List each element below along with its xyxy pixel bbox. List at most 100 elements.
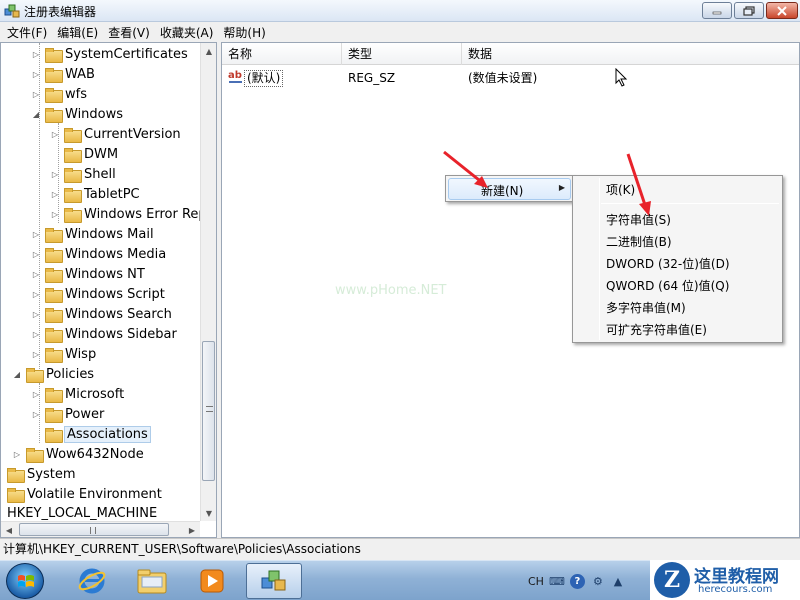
registry-tree[interactable]: ▷ SystemCertificates ▷ WAB ▷ wfs ◢ Windows ▷… (0, 42, 217, 538)
expand-icon[interactable]: ▷ (50, 130, 60, 139)
tree-item-associations[interactable]: Associations (31, 424, 151, 444)
menu-file[interactable]: 文件(F) (2, 24, 52, 41)
maximize-button[interactable] (734, 2, 764, 19)
tree-item-systemcertificates[interactable]: ▷ SystemCertificates (31, 44, 188, 64)
tree-item-system[interactable]: System (1, 464, 75, 484)
expand-icon[interactable]: ▷ (31, 250, 41, 259)
submenu-item-multi-string-value[interactable]: 多字符串值(M) (606, 299, 686, 316)
menu-favorites[interactable]: 收藏夹(A) (155, 24, 219, 41)
submenu-item-binary-value[interactable]: 二进制值(B) (606, 233, 672, 250)
expand-icon[interactable]: ▷ (50, 170, 60, 179)
column-name[interactable]: 名称 (222, 43, 342, 65)
tree-item-windows-sidebar[interactable]: ▷ Windows Sidebar (31, 324, 177, 344)
string-value-icon: ab (228, 71, 244, 85)
submenu-item-string-value[interactable]: 字符串值(S) (606, 211, 671, 228)
value-name: (默认) (244, 70, 284, 87)
expand-icon[interactable]: ▷ (31, 290, 41, 299)
tree-item-volatile-environment[interactable]: Volatile Environment (1, 484, 162, 504)
tree-item-policies[interactable]: ◢ Policies (12, 364, 94, 384)
watermark-url: herecours.com (698, 584, 773, 595)
submenu-item-key[interactable]: 项(K) (606, 181, 635, 198)
submenu-item-qword-value[interactable]: QWORD (64 位)值(Q) (606, 277, 729, 294)
submenu-item-expandable-string-value[interactable]: 可扩充字符串值(E) (606, 321, 707, 338)
expand-icon[interactable]: ▷ (31, 50, 41, 59)
expand-icon[interactable]: ▷ (31, 90, 41, 99)
expand-icon[interactable]: ▷ (31, 350, 41, 359)
folder-icon (7, 487, 25, 503)
start-button[interactable] (6, 563, 44, 599)
column-data[interactable]: 数据 (462, 43, 797, 65)
menu-view[interactable]: 查看(V) (103, 24, 155, 41)
settings-icon[interactable]: ⚙ (591, 574, 605, 588)
folder-icon (45, 407, 63, 423)
tree-horizontal-scrollbar[interactable]: ◀ ▶ (1, 521, 200, 537)
expand-icon[interactable]: ▷ (31, 310, 41, 319)
column-type[interactable]: 类型 (342, 43, 462, 65)
expand-icon[interactable]: ▷ (31, 410, 41, 419)
windows-explorer-icon (137, 569, 167, 594)
folder-icon (45, 107, 63, 123)
scroll-left-icon[interactable]: ◀ (1, 522, 17, 537)
new-submenu: 项(K) 字符串值(S) 二进制值(B) DWORD (32-位)值(D) QW… (572, 175, 783, 343)
language-indicator[interactable]: CH (528, 575, 544, 588)
scroll-thumb[interactable] (19, 523, 169, 536)
tree-item-tabletpc[interactable]: ▷ TabletPC (50, 184, 140, 204)
scroll-thumb[interactable] (202, 341, 215, 481)
list-row[interactable]: ab (默认) REG_SZ (数值未设置) (222, 67, 799, 89)
expand-icon[interactable]: ▷ (31, 390, 41, 399)
tree-item-windows-error-rep[interactable]: ▷ Windows Error Rep (50, 204, 207, 224)
menu-item-new[interactable]: 新建(N) ▶ (448, 178, 571, 200)
tree-item-windows-media[interactable]: ▷ Windows Media (31, 244, 166, 264)
tree-item-hkey-local-machine[interactable]: HKEY_LOCAL_MACHINE (7, 506, 157, 521)
expand-icon[interactable]: ▷ (31, 230, 41, 239)
taskbar-regedit[interactable] (246, 563, 302, 599)
tree-item-windows-nt[interactable]: ▷ Windows NT (31, 264, 145, 284)
expand-icon[interactable]: ▷ (50, 210, 60, 219)
tree-item-windows-mail[interactable]: ▷ Windows Mail (31, 224, 154, 244)
tree-item-shell[interactable]: ▷ Shell (50, 164, 116, 184)
close-button[interactable] (766, 2, 798, 19)
regedit-icon (4, 4, 20, 18)
tree-item-wow6432node[interactable]: ▷ Wow6432Node (12, 444, 144, 464)
menu-help[interactable]: 帮助(H) (218, 24, 270, 41)
minimize-button[interactable] (702, 2, 732, 19)
taskbar-media-player[interactable] (184, 563, 240, 599)
tree-item-currentversion[interactable]: ▷ CurrentVersion (50, 124, 181, 144)
grip-icon (90, 527, 96, 534)
tree-item-windows-search[interactable]: ▷ Windows Search (31, 304, 172, 324)
scroll-down-icon[interactable]: ▼ (201, 505, 216, 521)
tree-item-wisp[interactable]: ▷ Wisp (31, 344, 96, 364)
tree-item-windows[interactable]: ◢ Windows (31, 104, 123, 124)
watermark-badge: Z 这里教程网 herecours.com (650, 560, 800, 600)
folder-icon (45, 347, 63, 363)
tree-vertical-scrollbar[interactable]: ▲ ▼ (200, 43, 216, 521)
scroll-right-icon[interactable]: ▶ (184, 522, 200, 537)
expand-icon[interactable]: ▷ (31, 70, 41, 79)
keyboard-icon[interactable]: ⌨ (549, 574, 565, 588)
expand-icon[interactable]: ▷ (31, 270, 41, 279)
taskbar-internet-explorer[interactable] (64, 563, 120, 599)
tree-item-microsoft[interactable]: ▷ Microsoft (31, 384, 124, 404)
help-icon[interactable]: ? (569, 573, 585, 589)
regedit-icon (261, 570, 286, 591)
tree-item-power[interactable]: ▷ Power (31, 404, 104, 424)
system-tray: CH ⌨ ? ⚙ ▲ (528, 569, 625, 593)
expand-icon[interactable]: ▷ (50, 190, 60, 199)
folder-icon (45, 307, 63, 323)
menu-edit[interactable]: 编辑(E) (52, 24, 103, 41)
collapse-icon[interactable]: ◢ (12, 370, 22, 379)
expand-icon[interactable]: ▷ (31, 330, 41, 339)
tree-item-windows-script[interactable]: ▷ Windows Script (31, 284, 165, 304)
tree-item-wab[interactable]: ▷ WAB (31, 64, 95, 84)
value-type: REG_SZ (348, 71, 396, 85)
notification-icon[interactable]: ▲ (611, 574, 625, 588)
scroll-up-icon[interactable]: ▲ (201, 43, 216, 59)
internet-explorer-icon (78, 568, 106, 594)
tree-item-wfs[interactable]: ▷ wfs (31, 84, 87, 104)
taskbar-windows-explorer[interactable] (124, 563, 180, 599)
tree-item-dwm[interactable]: DWM (50, 144, 118, 164)
submenu-item-dword-value[interactable]: DWORD (32-位)值(D) (606, 255, 730, 272)
watermark-text: www.pHome.NET (335, 283, 447, 298)
collapse-icon[interactable]: ◢ (31, 110, 41, 119)
expand-icon[interactable]: ▷ (12, 450, 22, 459)
